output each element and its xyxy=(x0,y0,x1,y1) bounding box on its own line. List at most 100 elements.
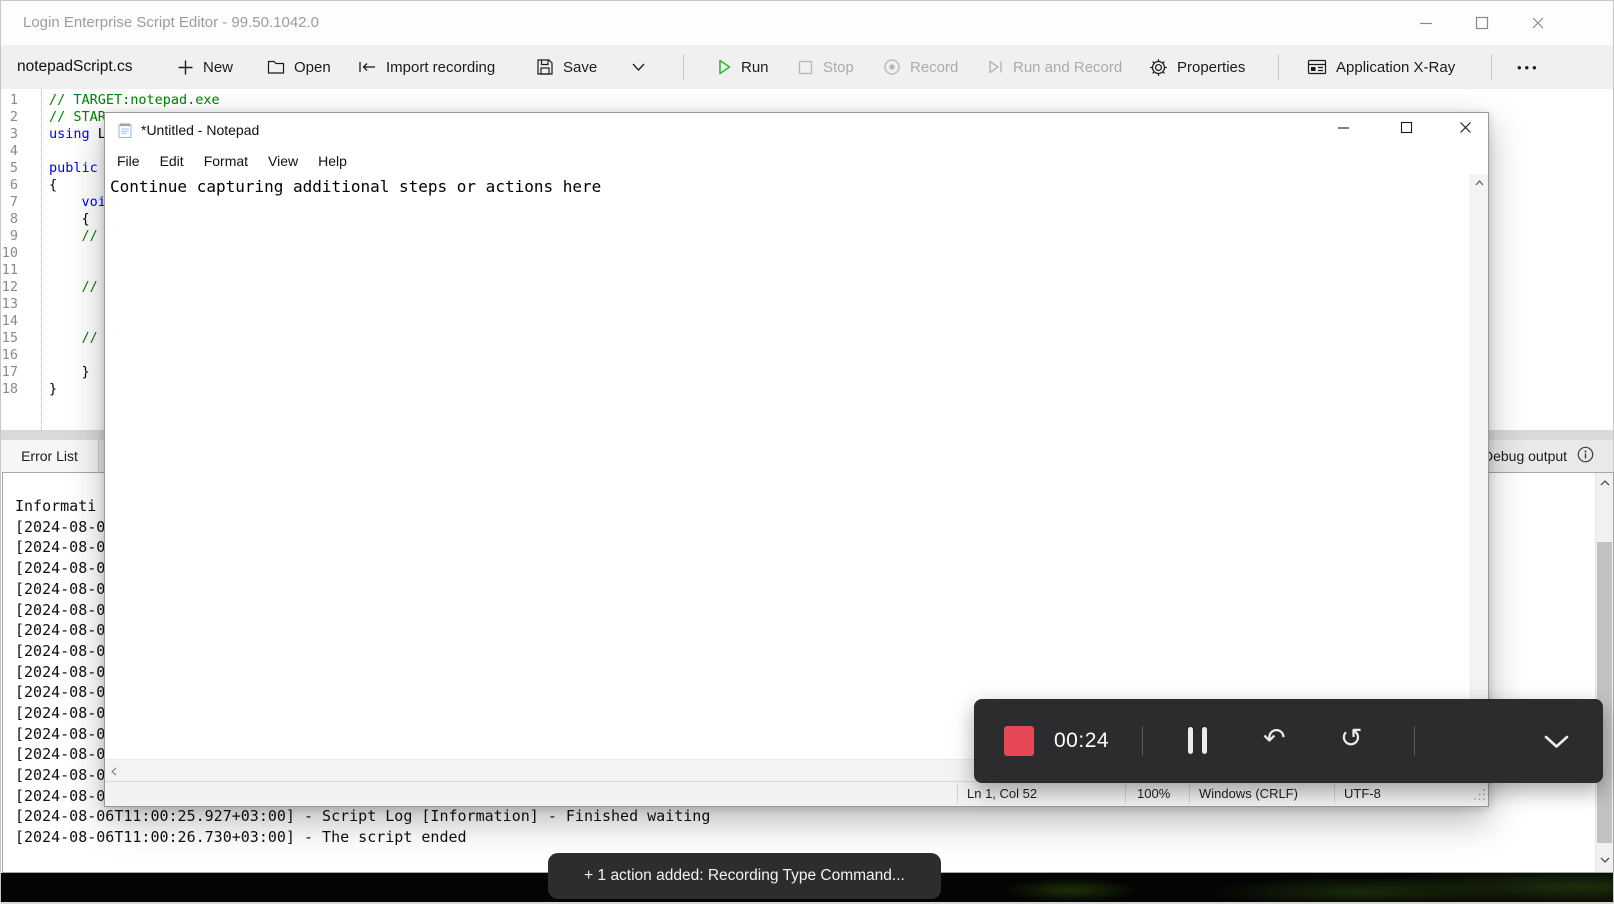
properties-button[interactable]: Properties xyxy=(1149,45,1245,89)
record-icon xyxy=(883,58,901,76)
menu-view[interactable]: View xyxy=(258,153,308,169)
notepad-titlebar[interactable]: *Untitled - Notepad xyxy=(105,113,1488,148)
code-text: voi xyxy=(81,194,106,210)
new-button[interactable]: New xyxy=(177,45,233,89)
stop-icon xyxy=(797,59,814,76)
notepad-title: *Untitled - Notepad xyxy=(141,122,260,138)
restart-icon[interactable]: ↺ xyxy=(1340,699,1363,783)
xray-label: Application X-Ray xyxy=(1336,58,1456,76)
log-line: [2024-08-0 xyxy=(15,683,106,701)
error-list-label: Error List xyxy=(21,448,78,464)
application-xray-button[interactable]: Application X-Ray xyxy=(1307,45,1455,89)
stop-label: Stop xyxy=(823,58,854,76)
code-text: // xyxy=(49,330,98,346)
menu-help[interactable]: Help xyxy=(308,153,357,169)
toolbar-divider xyxy=(1278,54,1279,80)
scroll-up-icon[interactable] xyxy=(1471,176,1488,190)
run-record-icon xyxy=(987,58,1004,76)
run-icon xyxy=(717,58,732,76)
run-button[interactable]: Run xyxy=(717,45,769,89)
pause-icon xyxy=(1188,727,1193,754)
chevron-down-icon xyxy=(631,62,646,72)
toast-message: + 1 action added: Recording Type Command… xyxy=(584,867,905,884)
gear-icon xyxy=(1149,58,1168,77)
line-number: 10 xyxy=(1,245,18,261)
toolbar-divider xyxy=(1491,54,1492,80)
line-number: 14 xyxy=(1,313,18,329)
import-recording-button[interactable]: Import recording xyxy=(357,45,495,89)
line-number: 2 xyxy=(9,109,18,125)
undo-icon[interactable]: ↶ xyxy=(1263,699,1286,783)
log-scrollbar[interactable] xyxy=(1595,473,1613,872)
menu-file[interactable]: File xyxy=(107,153,150,169)
app-title: Login Enterprise Script Editor - 99.50.1… xyxy=(23,14,320,31)
log-line: [2024-08-06T11:00:25.927+03:00] - Script… xyxy=(15,807,711,825)
toolbar-divider xyxy=(683,54,684,80)
line-number: 13 xyxy=(1,296,18,312)
menu-edit[interactable]: Edit xyxy=(150,153,194,169)
gutter-separator xyxy=(41,89,42,430)
notepad-vertical-scrollbar[interactable] xyxy=(1470,174,1488,760)
log-line: [2024-08-0 xyxy=(15,518,106,536)
tab-error-list[interactable]: Error List xyxy=(1,440,99,472)
pause-recording-button[interactable] xyxy=(1188,727,1207,754)
notepad-app-icon xyxy=(117,122,133,144)
debug-output-label: Debug output xyxy=(1483,448,1568,464)
save-label: Save xyxy=(563,58,598,76)
open-label: Open xyxy=(294,58,331,76)
log-line: [2024-08-0 xyxy=(15,704,106,722)
run-label: Run xyxy=(741,58,769,76)
more-button[interactable]: ••• xyxy=(1517,45,1540,89)
log-line: Informati xyxy=(15,497,97,515)
notepad-text-area[interactable]: Continue capturing additional steps or a… xyxy=(105,174,1471,760)
line-number: 1 xyxy=(9,92,18,108)
line-number: 8 xyxy=(9,211,18,227)
script-editor-window: Login Enterprise Script Editor - 99.50.1… xyxy=(0,0,1614,904)
status-cursor-position: Ln 1, Col 52 xyxy=(967,786,1038,801)
status-encoding: UTF-8 xyxy=(1344,786,1381,801)
app-close-button[interactable] xyxy=(1515,1,1561,45)
record-button[interactable]: Record xyxy=(883,45,958,89)
line-number: 3 xyxy=(9,126,18,142)
line-number: 9 xyxy=(9,228,18,244)
save-dropdown-button[interactable] xyxy=(631,45,646,89)
scroll-down-icon[interactable] xyxy=(1596,850,1613,870)
minimize-icon xyxy=(1419,16,1433,30)
status-divider xyxy=(1125,784,1126,804)
plus-icon xyxy=(177,59,194,76)
stop-recording-button[interactable] xyxy=(1004,726,1034,756)
app-maximize-button[interactable] xyxy=(1459,1,1505,45)
open-button[interactable]: Open xyxy=(267,45,331,89)
notepad-maximize-button[interactable] xyxy=(1384,113,1429,147)
notepad-statusbar: Ln 1, Col 52 100% Windows (CRLF) UTF-8 xyxy=(105,781,1488,806)
code-text: // xyxy=(49,228,98,244)
maximize-icon xyxy=(1400,121,1413,139)
log-scrollbar-thumb[interactable] xyxy=(1597,542,1612,843)
log-line: [2024-08-0 xyxy=(15,621,106,639)
save-button[interactable]: Save xyxy=(536,45,597,89)
menu-format[interactable]: Format xyxy=(194,153,258,169)
line-number: 4 xyxy=(9,143,18,159)
run-and-record-label: Run and Record xyxy=(1013,58,1123,76)
more-icon: ••• xyxy=(1517,59,1540,75)
resize-grip-icon[interactable] xyxy=(1472,787,1486,804)
status-divider xyxy=(1334,784,1335,804)
scroll-up-icon[interactable] xyxy=(1596,473,1613,493)
stop-button[interactable]: Stop xyxy=(797,45,854,89)
scroll-left-icon[interactable] xyxy=(107,760,121,782)
collapse-toolbar-button[interactable] xyxy=(1544,735,1569,754)
notepad-close-button[interactable] xyxy=(1443,113,1488,147)
minimize-icon xyxy=(1337,121,1350,139)
notepad-minimize-button[interactable] xyxy=(1321,113,1366,147)
record-label: Record xyxy=(910,58,959,76)
log-line: [2024-08-0 xyxy=(15,725,106,743)
import-label: Import recording xyxy=(386,58,496,76)
code-text: } xyxy=(49,364,90,380)
line-number: 5 xyxy=(9,160,18,176)
run-and-record-button[interactable]: Run and Record xyxy=(987,45,1122,89)
app-minimize-button[interactable] xyxy=(1403,1,1449,45)
file-tab[interactable]: notepadScript.cs xyxy=(17,45,132,89)
code-text: { xyxy=(49,177,58,193)
recording-timer: 00:24 xyxy=(1054,729,1110,752)
